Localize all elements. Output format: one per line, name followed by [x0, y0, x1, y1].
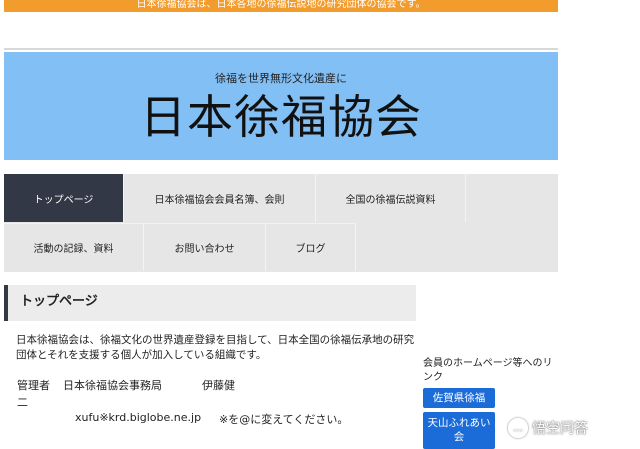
chat-bubble-icon: …: [508, 418, 528, 438]
hero-subtitle: 徐福を世界無形文化遺産に: [215, 72, 347, 85]
link-tenzan-fureai[interactable]: 天山ふれあい 会: [423, 412, 495, 449]
hero-header: 徐福を世界無形文化遺産に 日本徐福協会: [4, 52, 558, 160]
top-banner-text: 日本徐福協会は、日本各地の徐福伝説地の研究団体の協会です。: [136, 0, 426, 10]
watermark-text: 悟空问答: [532, 421, 588, 437]
top-banner: 日本徐福協会は、日本各地の徐福伝説地の研究団体の協会です。: [4, 0, 558, 12]
nav-item-contact[interactable]: お問い合わせ: [144, 223, 266, 271]
nav-item-blog[interactable]: ブログ: [266, 223, 356, 271]
header-spacer: [4, 12, 558, 50]
link-saga-xufu[interactable]: 佐賀県徐福: [423, 388, 495, 408]
manager-label: 管理者: [17, 379, 50, 392]
manager-name-continued: 二: [17, 396, 28, 409]
page-heading: トップページ: [4, 285, 416, 321]
nav-item-member-list[interactable]: 日本徐福協会会員名簿、会則: [124, 174, 316, 222]
sidebar-links-label: 会員のホームページ等へのリンク: [423, 358, 553, 383]
nav-item-legend-materials[interactable]: 全国の徐福伝説資料: [316, 174, 466, 222]
contact-email: xufu※krd.biglobe.ne.jp: [75, 411, 202, 424]
intro-text: 日本徐福協会は、徐福文化の世界遺産登録を目指して、日本全国の徐福伝承地の研究団体…: [16, 334, 415, 361]
watermark: … 悟空问答: [508, 418, 588, 438]
manager-org: 日本徐福協会事務局: [63, 379, 162, 392]
nav-item-activity-records[interactable]: 活動の記録、資料: [4, 223, 144, 271]
nav-item-top-page[interactable]: トップページ: [4, 174, 124, 222]
manager-name: 伊藤健: [202, 379, 235, 392]
main-navigation: トップページ 日本徐福協会会員名簿、会則 全国の徐福伝説資料 活動の記録、資料 …: [4, 174, 558, 272]
site-title[interactable]: 日本徐福協会: [4, 90, 558, 144]
email-note: ※を@に変えてください。: [219, 413, 349, 426]
